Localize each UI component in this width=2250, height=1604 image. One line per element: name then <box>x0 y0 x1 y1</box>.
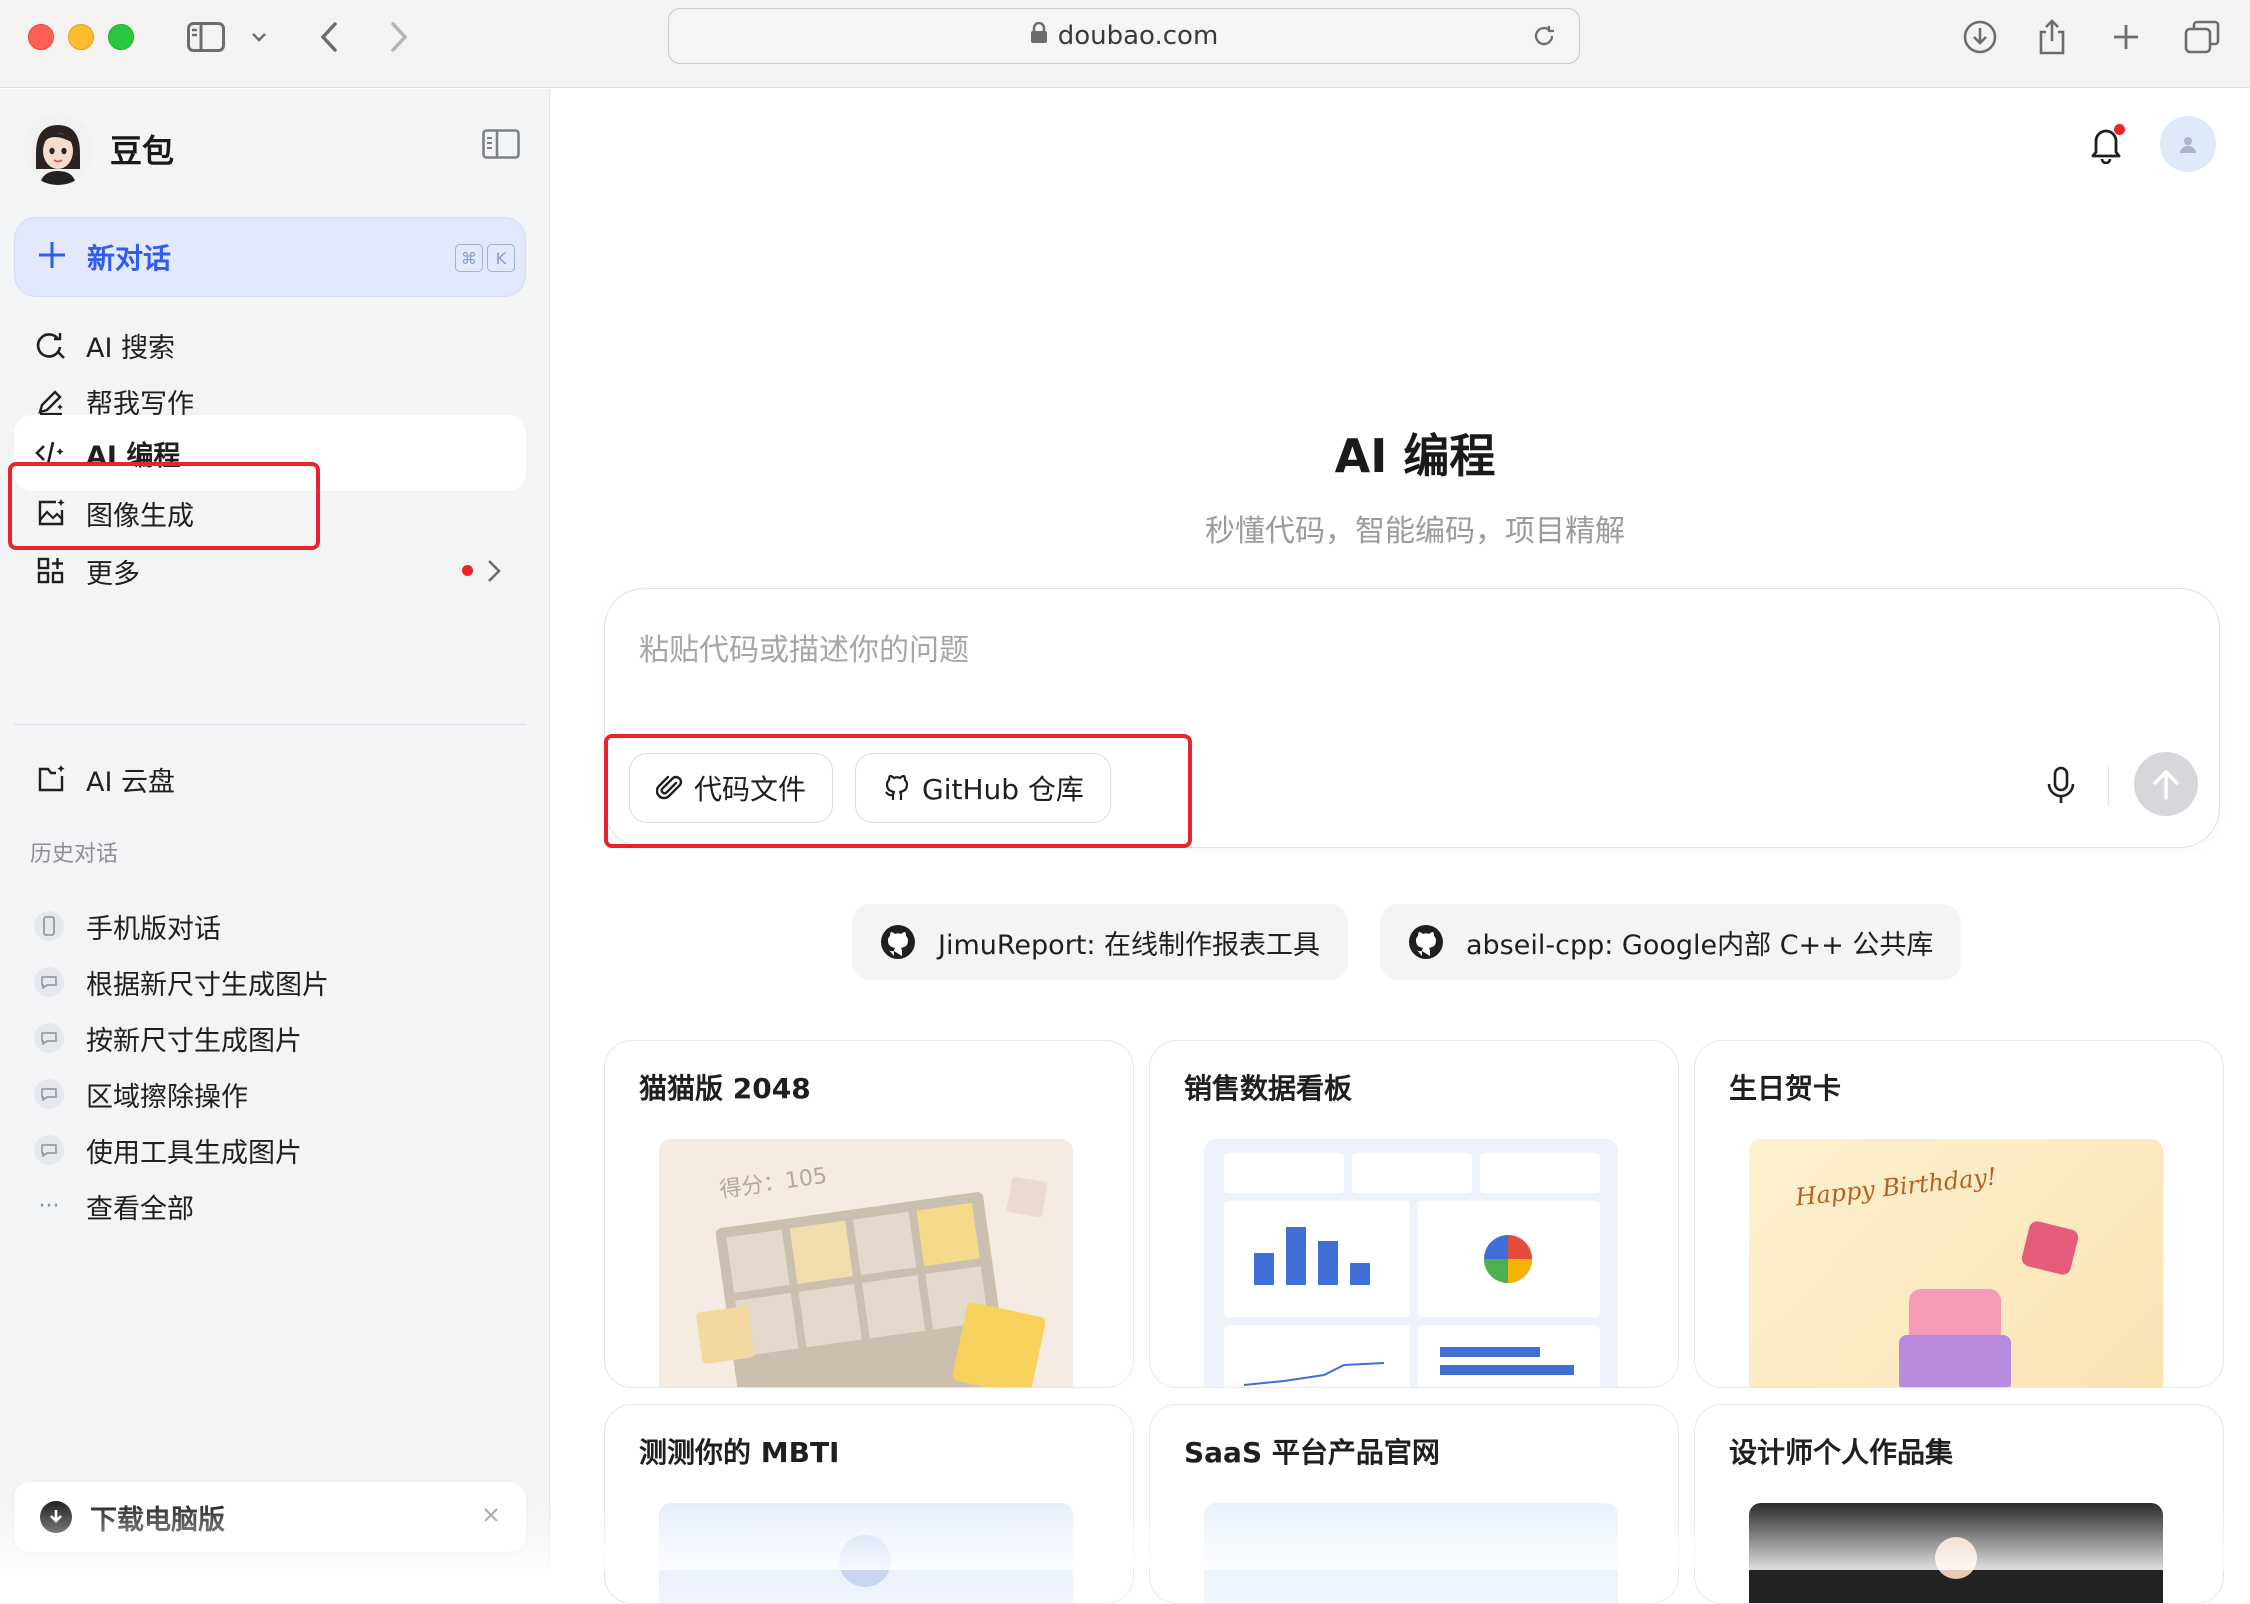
nav-item-cloud-drive[interactable]: AI 云盘 <box>14 741 526 817</box>
card-thumbnail: Happy Birthday! <box>1749 1139 2163 1387</box>
annotation-highlight-chips <box>604 734 1192 848</box>
repo-suggestion-abseil[interactable]: abseil-cpp: Google内部 C++ 公共库 <box>1380 904 1962 980</box>
chat-bubble-icon <box>34 1079 64 1109</box>
history-label: 使用工具生成图片 <box>86 1137 302 1169</box>
card-title: 猫猫版 2048 <box>639 1072 811 1105</box>
thumb-greeting: Happy Birthday! <box>1794 1162 1998 1212</box>
plus-icon <box>37 237 67 277</box>
new-chat-button[interactable]: 新对话 ⌘ K <box>14 217 526 297</box>
history-label: 手机版对话 <box>86 913 221 945</box>
card-thumbnail <box>1204 1139 1618 1387</box>
nav-label: AI 搜索 <box>86 332 176 364</box>
lock-icon <box>1030 21 1048 51</box>
repo-suggestion-jimureport[interactable]: JimuReport: 在线制作报表工具 <box>852 904 1349 980</box>
prompt-placeholder[interactable]: 粘贴代码或描述你的问题 <box>639 625 969 669</box>
maximize-window-button[interactable] <box>108 24 134 50</box>
reload-icon[interactable] <box>1531 23 1557 56</box>
url-text: doubao.com <box>1057 21 1219 51</box>
minimize-window-button[interactable] <box>68 24 94 50</box>
example-card-portfolio[interactable]: 设计师个人作品集 <box>1694 1404 2224 1604</box>
card-title: 生日贺卡 <box>1729 1072 1842 1105</box>
download-label: 下载电脑版 <box>90 1504 225 1536</box>
view-all-history[interactable]: ··· 查看全部 <box>14 1171 526 1241</box>
tab-overview-icon[interactable] <box>2182 14 2222 60</box>
pen-sparkle-icon <box>34 384 68 418</box>
chat-bubble-icon <box>34 1135 64 1165</box>
app-profile[interactable]: 豆包 <box>22 113 174 185</box>
doubao-avatar <box>22 113 94 185</box>
history-section-title: 历史对话 <box>30 842 119 867</box>
page-subtitle: 秒懂代码，智能编码，项目精解 <box>1205 514 1625 549</box>
card-title: 销售数据看板 <box>1184 1072 1353 1105</box>
github-icon <box>880 924 916 960</box>
example-card-saas[interactable]: SaaS 平台产品官网 <box>1149 1404 1679 1604</box>
chevron-right-icon <box>486 557 502 592</box>
cloud-drive-icon <box>34 762 68 796</box>
example-card-sales-dashboard[interactable]: 销售数据看板 <box>1149 1040 1679 1388</box>
address-bar[interactable]: doubao.com <box>668 8 1580 64</box>
card-title: 设计师个人作品集 <box>1729 1436 1954 1469</box>
shortcut-k-key: K <box>487 244 515 272</box>
app-name: 豆包 <box>110 132 175 170</box>
page-title: AI 编程 <box>1334 429 1496 483</box>
chat-bubble-icon <box>34 1023 64 1053</box>
sidebar: 豆包 新对话 ⌘ K AI 搜索 帮我写作 AI 编程 图像生成 更多 AI 云… <box>0 89 550 1570</box>
back-icon[interactable] <box>314 14 344 60</box>
example-card-cat-2048[interactable]: 猫猫版 2048 得分：105 <box>604 1040 1134 1388</box>
download-desktop-banner[interactable]: 下载电脑版 <box>14 1482 526 1552</box>
arrow-up-icon <box>2153 770 2179 800</box>
example-card-mbti[interactable]: 测测你的 MBTI <box>604 1404 1134 1604</box>
nav-label: 更多 <box>86 558 140 590</box>
repo-suggestion-label: JimuReport: 在线制作报表工具 <box>938 929 1321 961</box>
chevron-down-icon[interactable] <box>248 14 270 60</box>
shortcut-cmd-key: ⌘ <box>455 244 483 272</box>
close-window-button[interactable] <box>28 24 54 50</box>
new-tab-icon[interactable] <box>2108 14 2144 60</box>
send-button[interactable] <box>2134 752 2198 816</box>
history-label: 区域擦除操作 <box>86 1081 248 1113</box>
downloads-icon[interactable] <box>1960 14 2000 60</box>
share-icon[interactable] <box>2034 14 2070 60</box>
input-separator <box>2108 766 2109 806</box>
sidebar-toggle-icon[interactable] <box>184 14 228 60</box>
new-chat-label: 新对话 <box>87 242 172 275</box>
card-thumbnail <box>1749 1503 2163 1603</box>
chat-bubble-icon <box>34 967 64 997</box>
forward-icon[interactable] <box>384 14 414 60</box>
history-label: 查看全部 <box>86 1193 194 1225</box>
card-thumbnail <box>1204 1503 1618 1603</box>
repo-suggestion-label: abseil-cpp: Google内部 C++ 公共库 <box>1466 929 1934 961</box>
thumb-score: 得分：105 <box>718 1163 829 1204</box>
close-icon[interactable] <box>482 1502 500 1530</box>
sidebar-divider <box>14 724 526 725</box>
card-title: 测测你的 MBTI <box>639 1436 840 1469</box>
phone-icon <box>34 911 64 941</box>
nav-label: AI 云盘 <box>86 766 176 798</box>
apps-icon <box>34 554 68 588</box>
card-title: SaaS 平台产品官网 <box>1184 1436 1440 1469</box>
notification-dot <box>2114 124 2125 135</box>
user-avatar[interactable] <box>2160 116 2216 172</box>
ellipsis-icon: ··· <box>38 1193 60 1219</box>
browser-toolbar: doubao.com <box>0 0 2250 88</box>
card-thumbnail: 得分：105 <box>659 1139 1073 1387</box>
card-thumbnail <box>659 1503 1073 1603</box>
github-icon <box>1408 924 1444 960</box>
search-refresh-icon <box>34 328 68 362</box>
download-icon <box>40 1501 72 1533</box>
example-card-birthday[interactable]: 生日贺卡 Happy Birthday! <box>1694 1040 2224 1388</box>
history-label: 根据新尺寸生成图片 <box>86 969 329 1001</box>
collapse-sidebar-icon[interactable] <box>482 129 520 163</box>
history-label: 按新尺寸生成图片 <box>86 1025 302 1057</box>
microphone-icon[interactable] <box>2044 766 2078 810</box>
notification-dot <box>462 565 473 576</box>
